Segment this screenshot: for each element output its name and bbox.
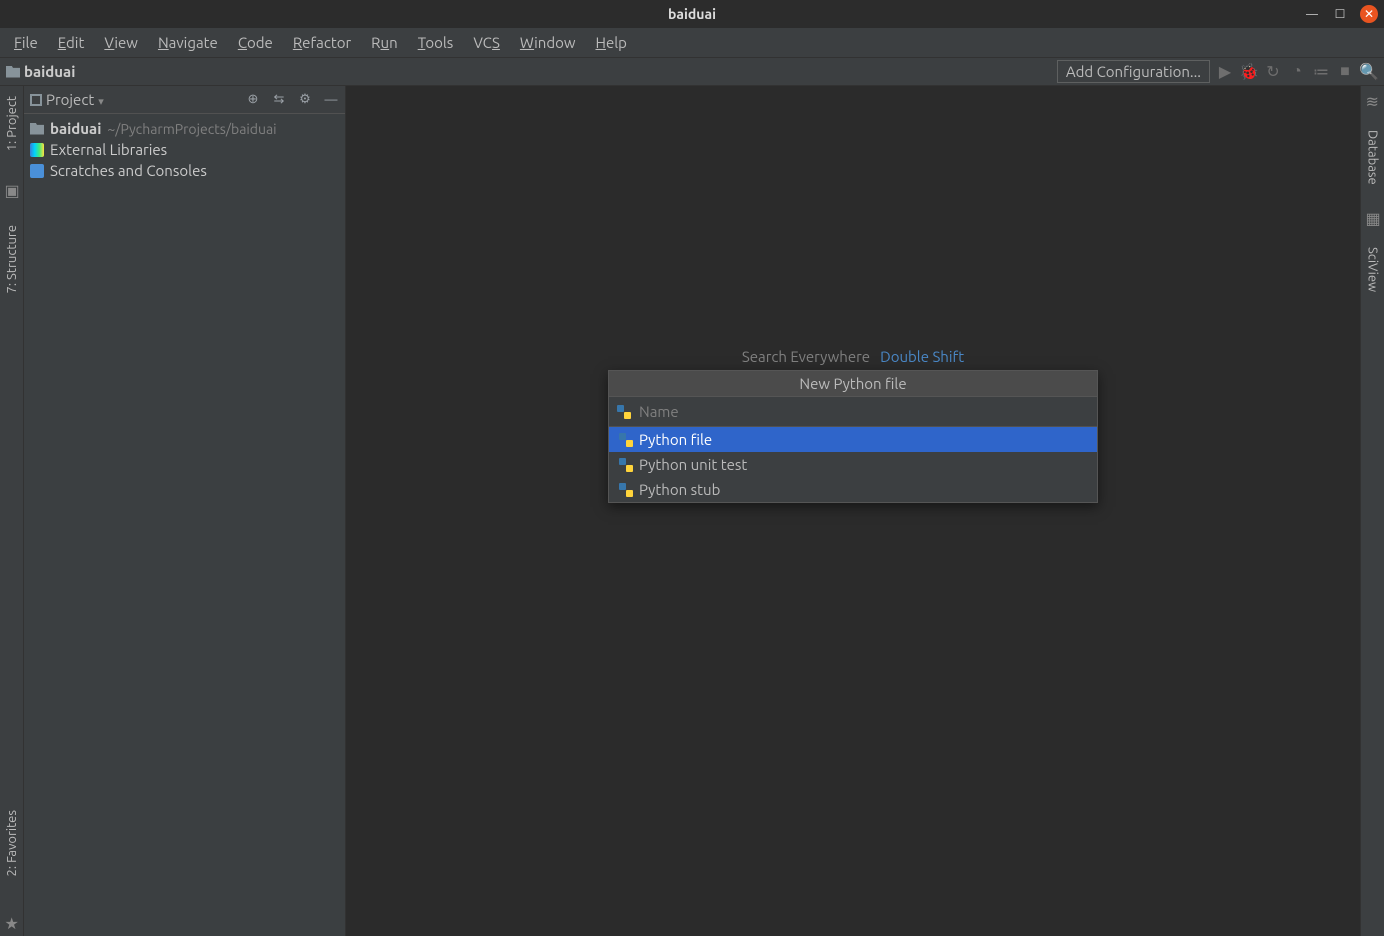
file-name-input[interactable] <box>637 399 1089 424</box>
python-icon <box>617 405 631 419</box>
python-icon <box>619 483 633 497</box>
libraries-icon <box>30 143 44 157</box>
tree-root[interactable]: baiduai ~/PycharmProjects/baiduai <box>24 118 345 139</box>
sciview-icon[interactable]: ▦ <box>1366 209 1380 223</box>
locate-icon[interactable]: ⊕ <box>245 92 261 108</box>
gutter-project[interactable]: 1: Project <box>5 90 19 157</box>
menu-vcs[interactable]: VCS <box>463 30 510 55</box>
nav-right: Add Configuration... ▶ 🐞 ↻ ◔ ≔ ■ 🔍 <box>1057 60 1378 83</box>
maximize-icon[interactable]: ☐ <box>1332 6 1348 22</box>
popup-option-label: Python stub <box>639 481 720 498</box>
menu-navigate[interactable]: Navigate <box>148 30 228 55</box>
menu-window[interactable]: Window <box>510 30 586 55</box>
tree-ext-label: External Libraries <box>50 141 167 158</box>
folder-icon <box>30 123 44 135</box>
project-tree: baiduai ~/PycharmProjects/baiduai Extern… <box>24 114 345 185</box>
tree-root-path: ~/PycharmProjects/baiduai <box>107 121 276 137</box>
popup-option-python-unit-test[interactable]: Python unit test <box>609 452 1097 477</box>
window-controls: — ☐ ✕ <box>1304 5 1378 23</box>
popup-option-python-stub[interactable]: Python stub <box>609 477 1097 502</box>
menu-refactor[interactable]: Refactor <box>283 30 361 55</box>
project-panel-toolbar: ⊕ ⇆ ⚙ — <box>245 92 339 108</box>
tree-scratches[interactable]: Scratches and Consoles <box>24 160 345 181</box>
minimize-icon[interactable]: — <box>1304 6 1320 22</box>
tree-scratch-label: Scratches and Consoles <box>50 162 207 179</box>
search-icon[interactable]: 🔍 <box>1360 63 1378 81</box>
breadcrumb[interactable]: baiduai <box>6 63 75 80</box>
close-icon[interactable]: ✕ <box>1360 5 1378 23</box>
debug-icon[interactable]: 🐞 <box>1240 63 1258 81</box>
breadcrumb-project: baiduai <box>24 63 75 80</box>
gutter-structure[interactable]: 7: Structure <box>5 219 19 299</box>
scratches-icon <box>30 164 44 178</box>
run-icon[interactable]: ▶ <box>1216 63 1234 81</box>
run-coverage-icon[interactable]: ↻ <box>1264 63 1282 81</box>
gutter-sciview[interactable]: SciView <box>1366 241 1380 298</box>
hide-icon[interactable]: — <box>323 92 339 108</box>
popup-options: Python file Python unit test Python stub <box>609 427 1097 502</box>
menu-run[interactable]: Run <box>361 30 408 55</box>
add-configuration-button[interactable]: Add Configuration... <box>1057 60 1210 83</box>
menubar: File Edit View Navigate Code Refactor Ru… <box>0 28 1384 58</box>
tree-root-label: baiduai <box>50 120 101 137</box>
tree-external-libraries[interactable]: External Libraries <box>24 139 345 160</box>
search-everywhere-hint: Search Everywhere Double Shift <box>742 348 964 365</box>
profile-icon[interactable]: ◔ <box>1288 63 1306 81</box>
gear-icon[interactable]: ⚙ <box>297 92 313 108</box>
project-view-icon <box>30 94 42 106</box>
hint-label: Search Everywhere <box>742 348 870 365</box>
editor-area: Search Everywhere Double Shift New Pytho… <box>346 86 1360 936</box>
hint-shortcut: Double Shift <box>880 348 964 365</box>
star-icon[interactable]: ★ <box>5 914 19 928</box>
new-python-file-popup: New Python file Python file Python unit … <box>608 370 1098 503</box>
folder-icon <box>6 66 20 78</box>
menu-help[interactable]: Help <box>586 30 637 55</box>
window-title: baiduai <box>668 6 716 22</box>
attach-icon[interactable]: ≔ <box>1312 63 1330 81</box>
popup-input-row <box>609 397 1097 427</box>
right-gutter: ≋ Database ▦ SciView <box>1360 86 1384 936</box>
python-icon <box>619 433 633 447</box>
main-area: 1: Project ▣ 7: Structure 2: Favorites ★… <box>0 86 1384 936</box>
navbar: baiduai Add Configuration... ▶ 🐞 ↻ ◔ ≔ ■… <box>0 58 1384 86</box>
gutter-database[interactable]: Database <box>1366 124 1380 191</box>
menu-edit[interactable]: Edit <box>48 30 95 55</box>
database-icon[interactable]: ≋ <box>1366 92 1380 106</box>
menu-view[interactable]: View <box>94 30 148 55</box>
menu-file[interactable]: File <box>4 30 48 55</box>
menu-tools[interactable]: Tools <box>408 30 464 55</box>
popup-option-label: Python unit test <box>639 456 747 473</box>
popup-title: New Python file <box>609 371 1097 397</box>
python-icon <box>619 458 633 472</box>
project-panel: Project ⊕ ⇆ ⚙ — baiduai ~/PycharmProject… <box>24 86 346 936</box>
gutter-favorites[interactable]: 2: Favorites <box>5 804 19 882</box>
folder-gutter-icon[interactable]: ▣ <box>5 181 19 195</box>
project-panel-title: Project <box>46 91 104 108</box>
popup-option-label: Python file <box>639 431 712 448</box>
menu-code[interactable]: Code <box>228 30 283 55</box>
stop-icon[interactable]: ■ <box>1336 63 1354 81</box>
project-panel-header: Project ⊕ ⇆ ⚙ — <box>24 86 345 114</box>
popup-option-python-file[interactable]: Python file <box>609 427 1097 452</box>
project-panel-title-group[interactable]: Project <box>30 91 104 108</box>
collapse-icon[interactable]: ⇆ <box>271 92 287 108</box>
left-gutter: 1: Project ▣ 7: Structure 2: Favorites ★ <box>0 86 24 936</box>
titlebar: baiduai — ☐ ✕ <box>0 0 1384 28</box>
